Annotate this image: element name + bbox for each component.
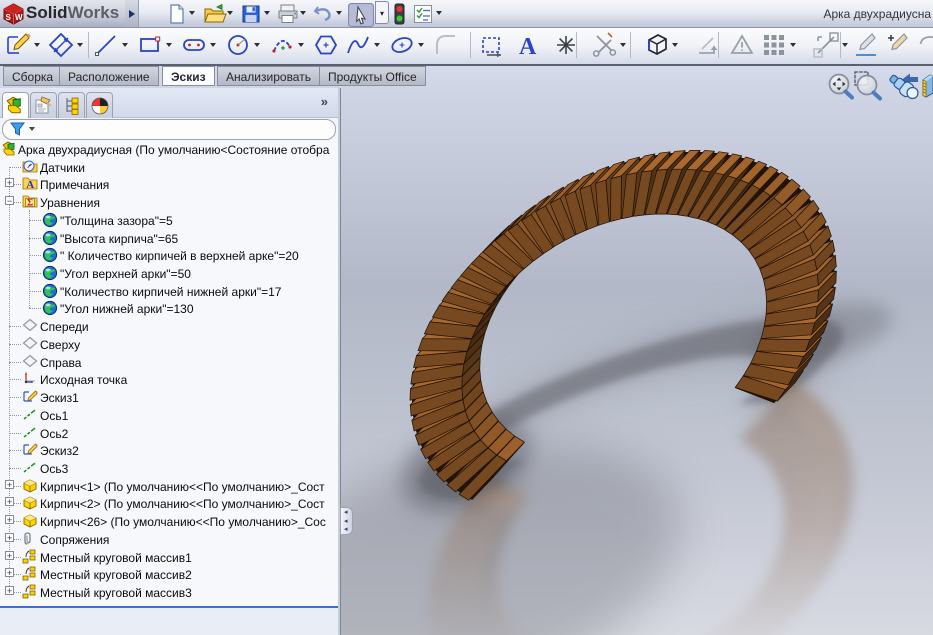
svg-text:Σ: Σ bbox=[27, 199, 33, 208]
svg-text:A: A bbox=[26, 179, 34, 190]
svg-text:W: W bbox=[15, 13, 23, 22]
svg-text:S: S bbox=[6, 13, 12, 22]
svg-text:A: A bbox=[519, 34, 537, 59]
